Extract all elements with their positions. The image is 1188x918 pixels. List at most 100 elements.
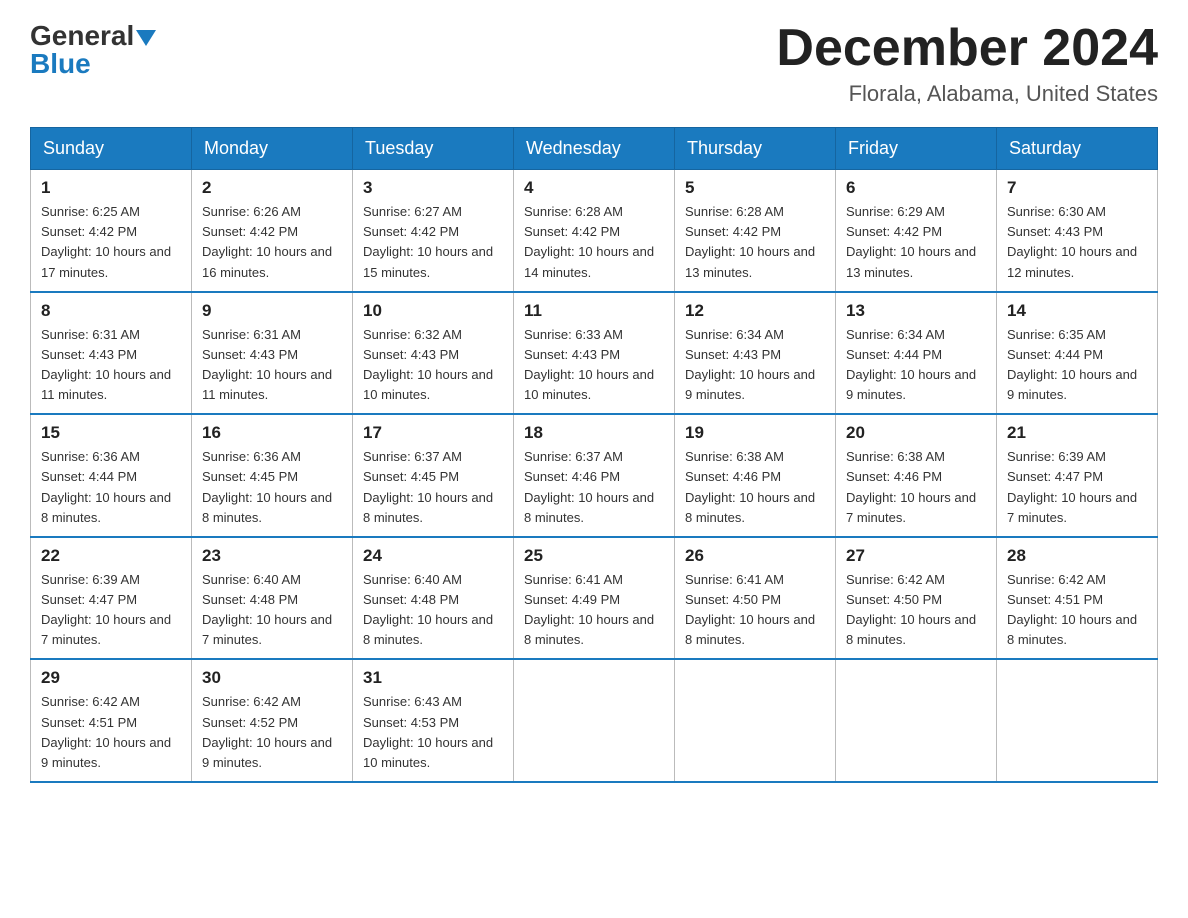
day-info: Sunrise: 6:25 AM Sunset: 4:42 PM Dayligh… [41,202,181,283]
day-number: 27 [846,546,986,566]
day-number: 9 [202,301,342,321]
logo-triangle-icon [136,30,156,46]
day-info: Sunrise: 6:30 AM Sunset: 4:43 PM Dayligh… [1007,202,1147,283]
day-number: 6 [846,178,986,198]
calendar-cell: 23 Sunrise: 6:40 AM Sunset: 4:48 PM Dayl… [192,537,353,660]
day-info: Sunrise: 6:40 AM Sunset: 4:48 PM Dayligh… [202,570,342,651]
calendar-week-2: 8 Sunrise: 6:31 AM Sunset: 4:43 PM Dayli… [31,292,1158,415]
calendar-cell: 25 Sunrise: 6:41 AM Sunset: 4:49 PM Dayl… [514,537,675,660]
calendar-cell: 27 Sunrise: 6:42 AM Sunset: 4:50 PM Dayl… [836,537,997,660]
logo: General Blue [30,20,156,80]
day-info: Sunrise: 6:42 AM Sunset: 4:51 PM Dayligh… [41,692,181,773]
col-monday: Monday [192,128,353,170]
day-info: Sunrise: 6:34 AM Sunset: 4:43 PM Dayligh… [685,325,825,406]
day-number: 4 [524,178,664,198]
day-number: 15 [41,423,181,443]
day-number: 10 [363,301,503,321]
day-info: Sunrise: 6:40 AM Sunset: 4:48 PM Dayligh… [363,570,503,651]
calendar-cell: 12 Sunrise: 6:34 AM Sunset: 4:43 PM Dayl… [675,292,836,415]
col-sunday: Sunday [31,128,192,170]
day-number: 17 [363,423,503,443]
day-number: 12 [685,301,825,321]
day-number: 14 [1007,301,1147,321]
day-number: 18 [524,423,664,443]
calendar-cell: 11 Sunrise: 6:33 AM Sunset: 4:43 PM Dayl… [514,292,675,415]
day-info: Sunrise: 6:35 AM Sunset: 4:44 PM Dayligh… [1007,325,1147,406]
calendar-cell: 26 Sunrise: 6:41 AM Sunset: 4:50 PM Dayl… [675,537,836,660]
calendar-cell: 3 Sunrise: 6:27 AM Sunset: 4:42 PM Dayli… [353,170,514,292]
day-number: 28 [1007,546,1147,566]
calendar-table: Sunday Monday Tuesday Wednesday Thursday… [30,127,1158,783]
day-number: 2 [202,178,342,198]
day-info: Sunrise: 6:32 AM Sunset: 4:43 PM Dayligh… [363,325,503,406]
calendar-week-4: 22 Sunrise: 6:39 AM Sunset: 4:47 PM Dayl… [31,537,1158,660]
page-header: General Blue December 2024 Florala, Alab… [30,20,1158,107]
day-number: 7 [1007,178,1147,198]
calendar-cell: 16 Sunrise: 6:36 AM Sunset: 4:45 PM Dayl… [192,414,353,537]
location-label: Florala, Alabama, United States [776,81,1158,107]
calendar-cell: 22 Sunrise: 6:39 AM Sunset: 4:47 PM Dayl… [31,537,192,660]
calendar-cell: 1 Sunrise: 6:25 AM Sunset: 4:42 PM Dayli… [31,170,192,292]
calendar-cell: 21 Sunrise: 6:39 AM Sunset: 4:47 PM Dayl… [997,414,1158,537]
day-number: 31 [363,668,503,688]
day-info: Sunrise: 6:42 AM Sunset: 4:51 PM Dayligh… [1007,570,1147,651]
day-number: 30 [202,668,342,688]
calendar-cell: 7 Sunrise: 6:30 AM Sunset: 4:43 PM Dayli… [997,170,1158,292]
calendar-cell: 31 Sunrise: 6:43 AM Sunset: 4:53 PM Dayl… [353,659,514,782]
col-tuesday: Tuesday [353,128,514,170]
col-saturday: Saturday [997,128,1158,170]
calendar-week-1: 1 Sunrise: 6:25 AM Sunset: 4:42 PM Dayli… [31,170,1158,292]
calendar-cell: 30 Sunrise: 6:42 AM Sunset: 4:52 PM Dayl… [192,659,353,782]
col-thursday: Thursday [675,128,836,170]
calendar-week-5: 29 Sunrise: 6:42 AM Sunset: 4:51 PM Dayl… [31,659,1158,782]
day-info: Sunrise: 6:43 AM Sunset: 4:53 PM Dayligh… [363,692,503,773]
calendar-cell: 4 Sunrise: 6:28 AM Sunset: 4:42 PM Dayli… [514,170,675,292]
calendar-cell: 19 Sunrise: 6:38 AM Sunset: 4:46 PM Dayl… [675,414,836,537]
day-number: 11 [524,301,664,321]
calendar-cell: 24 Sunrise: 6:40 AM Sunset: 4:48 PM Dayl… [353,537,514,660]
day-number: 20 [846,423,986,443]
calendar-cell: 10 Sunrise: 6:32 AM Sunset: 4:43 PM Dayl… [353,292,514,415]
day-number: 3 [363,178,503,198]
month-title: December 2024 [776,20,1158,77]
day-number: 5 [685,178,825,198]
day-number: 1 [41,178,181,198]
calendar-cell: 14 Sunrise: 6:35 AM Sunset: 4:44 PM Dayl… [997,292,1158,415]
calendar-cell: 28 Sunrise: 6:42 AM Sunset: 4:51 PM Dayl… [997,537,1158,660]
day-info: Sunrise: 6:42 AM Sunset: 4:50 PM Dayligh… [846,570,986,651]
calendar-cell: 20 Sunrise: 6:38 AM Sunset: 4:46 PM Dayl… [836,414,997,537]
day-info: Sunrise: 6:28 AM Sunset: 4:42 PM Dayligh… [685,202,825,283]
day-info: Sunrise: 6:26 AM Sunset: 4:42 PM Dayligh… [202,202,342,283]
day-info: Sunrise: 6:36 AM Sunset: 4:44 PM Dayligh… [41,447,181,528]
day-info: Sunrise: 6:41 AM Sunset: 4:50 PM Dayligh… [685,570,825,651]
day-info: Sunrise: 6:27 AM Sunset: 4:42 PM Dayligh… [363,202,503,283]
calendar-cell: 2 Sunrise: 6:26 AM Sunset: 4:42 PM Dayli… [192,170,353,292]
day-info: Sunrise: 6:37 AM Sunset: 4:46 PM Dayligh… [524,447,664,528]
day-number: 13 [846,301,986,321]
day-info: Sunrise: 6:38 AM Sunset: 4:46 PM Dayligh… [685,447,825,528]
calendar-cell: 13 Sunrise: 6:34 AM Sunset: 4:44 PM Dayl… [836,292,997,415]
day-number: 16 [202,423,342,443]
day-number: 25 [524,546,664,566]
day-info: Sunrise: 6:38 AM Sunset: 4:46 PM Dayligh… [846,447,986,528]
day-info: Sunrise: 6:36 AM Sunset: 4:45 PM Dayligh… [202,447,342,528]
calendar-cell: 17 Sunrise: 6:37 AM Sunset: 4:45 PM Dayl… [353,414,514,537]
col-wednesday: Wednesday [514,128,675,170]
calendar-cell [675,659,836,782]
day-info: Sunrise: 6:34 AM Sunset: 4:44 PM Dayligh… [846,325,986,406]
day-number: 22 [41,546,181,566]
calendar-cell: 9 Sunrise: 6:31 AM Sunset: 4:43 PM Dayli… [192,292,353,415]
logo-blue-text: Blue [30,48,91,80]
day-number: 24 [363,546,503,566]
day-number: 29 [41,668,181,688]
day-info: Sunrise: 6:31 AM Sunset: 4:43 PM Dayligh… [202,325,342,406]
day-info: Sunrise: 6:41 AM Sunset: 4:49 PM Dayligh… [524,570,664,651]
day-number: 21 [1007,423,1147,443]
day-info: Sunrise: 6:29 AM Sunset: 4:42 PM Dayligh… [846,202,986,283]
calendar-cell [997,659,1158,782]
calendar-cell: 15 Sunrise: 6:36 AM Sunset: 4:44 PM Dayl… [31,414,192,537]
title-section: December 2024 Florala, Alabama, United S… [776,20,1158,107]
col-friday: Friday [836,128,997,170]
calendar-week-3: 15 Sunrise: 6:36 AM Sunset: 4:44 PM Dayl… [31,414,1158,537]
day-info: Sunrise: 6:39 AM Sunset: 4:47 PM Dayligh… [41,570,181,651]
